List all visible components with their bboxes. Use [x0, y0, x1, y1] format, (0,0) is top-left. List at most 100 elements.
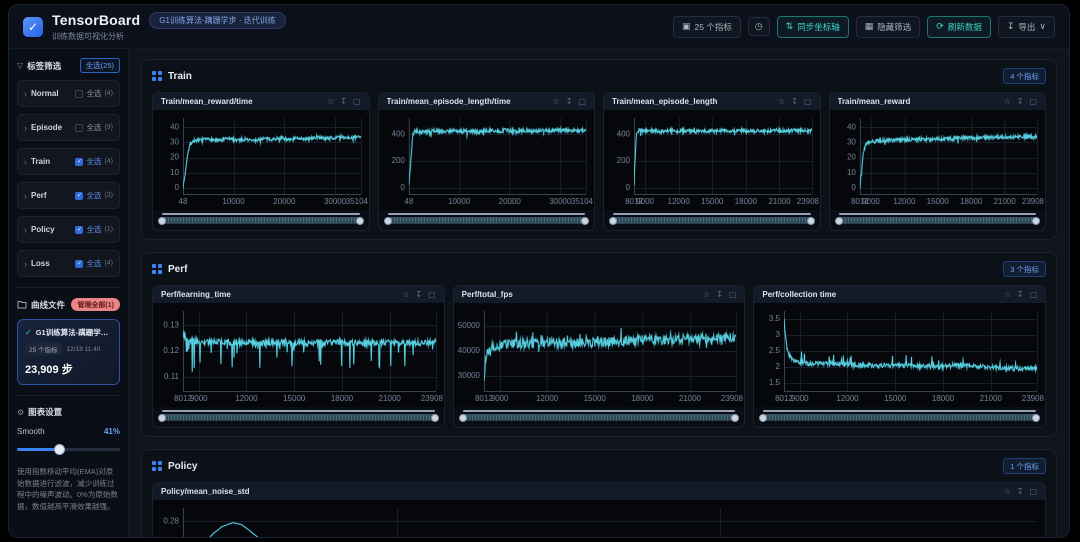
- group-checkbox[interactable]: ✓: [75, 225, 84, 234]
- scrubber-handle-left[interactable]: [158, 413, 166, 422]
- scrubber-handle-left[interactable]: [759, 413, 768, 422]
- chart-canvas[interactable]: [153, 303, 444, 407]
- section-grid-icon: [152, 71, 162, 81]
- history-button[interactable]: ◷: [747, 17, 770, 36]
- scrubber-range-bar[interactable]: [383, 216, 589, 225]
- chart-canvas[interactable]: [604, 110, 820, 210]
- chart-row: Perf/learning_time ☆ ↧ ▢ Perf/total_fps ☆ ↧ ▢ Pe…: [152, 285, 1047, 428]
- group-checkbox[interactable]: ✓: [75, 259, 84, 268]
- scrubber-handle-right[interactable]: [1032, 413, 1041, 422]
- scrubber-range-bar[interactable]: [834, 216, 1040, 225]
- run-metrics-badge: 25 个指标: [25, 343, 62, 355]
- download-icon: ↧: [1006, 21, 1015, 31]
- chart-canvas[interactable]: [754, 303, 1046, 407]
- expand-icon[interactable]: ▢: [428, 290, 436, 299]
- group-checkbox[interactable]: ✓: [75, 157, 84, 166]
- download-icon[interactable]: ↧: [1017, 290, 1024, 299]
- chart-range-scrubber[interactable]: [153, 407, 444, 427]
- manage-all-badge[interactable]: 管理全部(1): [71, 298, 120, 311]
- scrubber-handle-right[interactable]: [1032, 216, 1040, 225]
- chart-canvas[interactable]: [829, 110, 1045, 210]
- run-file-card[interactable]: ✓ G1训练算法-蹒跚学步... 25 个指标 12/18 11:40 23,9…: [17, 319, 120, 385]
- chart-range-scrubber[interactable]: [379, 210, 595, 230]
- expand-icon[interactable]: ▢: [1029, 290, 1037, 299]
- star-icon[interactable]: ☆: [778, 97, 785, 106]
- star-icon[interactable]: ☆: [327, 97, 334, 106]
- select-all-button[interactable]: 全选(25): [79, 58, 120, 73]
- chart-card: Train/mean_episode_length ☆ ↧ ▢: [603, 92, 821, 231]
- group-checkbox[interactable]: [75, 89, 84, 98]
- check-icon: ✓: [25, 328, 32, 337]
- sidebar-group-episode[interactable]: › Episode 全选 (9): [17, 114, 120, 141]
- star-icon[interactable]: ☆: [1004, 487, 1011, 496]
- scrubber-range-bar[interactable]: [458, 413, 740, 422]
- star-icon[interactable]: ☆: [402, 290, 409, 299]
- sidebar-group-perf[interactable]: › Perf ✓ 全选 (3): [17, 182, 120, 209]
- sidebar-group-loss[interactable]: › Loss ✓ 全选 (4): [17, 250, 120, 277]
- expand-icon[interactable]: ▢: [353, 97, 361, 106]
- star-icon[interactable]: ☆: [553, 97, 560, 106]
- scrubber-handle-left[interactable]: [834, 216, 843, 225]
- sidebar-group-normal[interactable]: › Normal 全选 (4): [17, 80, 120, 107]
- filter-title: 标签筛选: [27, 60, 62, 71]
- sidebar-group-train[interactable]: › Train ✓ 全选 (4): [17, 148, 120, 175]
- chart-range-scrubber[interactable]: [830, 210, 1046, 230]
- download-icon[interactable]: ↧: [340, 97, 347, 106]
- section-metric-count-badge[interactable]: 4 个指标: [1003, 68, 1046, 84]
- chart-canvas[interactable]: [153, 500, 1045, 537]
- grid-icon: ▦: [864, 21, 874, 31]
- chart-row: Train/mean_reward/time ☆ ↧ ▢ Train/mean_epis…: [152, 92, 1046, 231]
- scrubber-overview-bar: [162, 410, 435, 412]
- main-content: Train 4 个指标 Train/mean_reward/time ☆ ↧ ▢ Train…: [129, 49, 1069, 537]
- scrubber-handle-left[interactable]: [458, 413, 467, 422]
- sync-axes-button[interactable]: ⇅ 同步坐标轴: [776, 15, 849, 38]
- expand-icon[interactable]: ▢: [804, 97, 812, 106]
- download-icon[interactable]: ↧: [1017, 97, 1024, 106]
- section-train: Train 4 个指标 Train/mean_reward/time ☆ ↧ ▢ Train…: [141, 59, 1057, 240]
- expand-icon[interactable]: ▢: [578, 97, 586, 106]
- scrubber-handle-right[interactable]: [355, 216, 364, 225]
- expand-icon[interactable]: ▢: [1029, 487, 1037, 496]
- scrubber-handle-left[interactable]: [609, 216, 617, 225]
- group-select-all-label: 全选: [86, 157, 102, 166]
- scrubber-range-bar[interactable]: [158, 413, 439, 422]
- download-icon[interactable]: ↧: [415, 290, 422, 299]
- scrubber-range-bar[interactable]: [158, 216, 364, 225]
- scrubber-handle-left[interactable]: [158, 216, 166, 225]
- chart-canvas[interactable]: [378, 110, 594, 210]
- download-icon[interactable]: ↧: [716, 290, 723, 299]
- group-checkbox[interactable]: ✓: [75, 191, 84, 200]
- chart-canvas[interactable]: [153, 110, 369, 210]
- scrubber-handle-right[interactable]: [581, 216, 589, 225]
- chart-range-scrubber[interactable]: [604, 210, 820, 230]
- smooth-slider[interactable]: [17, 443, 120, 455]
- expand-icon[interactable]: ▢: [1029, 97, 1037, 106]
- metrics-count-button[interactable]: ▣ 25 个指标: [672, 15, 741, 38]
- section-metric-count-badge[interactable]: 3 个指标: [1003, 261, 1046, 277]
- download-icon[interactable]: ↧: [566, 97, 573, 106]
- scrubber-handle-right[interactable]: [731, 413, 740, 422]
- chart-range-scrubber[interactable]: [454, 407, 745, 427]
- chart-range-scrubber[interactable]: [754, 407, 1045, 427]
- chart-canvas[interactable]: [453, 303, 745, 407]
- scrubber-range-bar[interactable]: [609, 216, 815, 225]
- sidebar-group-policy[interactable]: › Policy ✓ 全选 (1): [17, 216, 120, 243]
- export-button[interactable]: ↧ 导出 ∨: [997, 15, 1055, 38]
- chart-range-scrubber[interactable]: [153, 210, 369, 230]
- download-icon[interactable]: ↧: [791, 97, 798, 106]
- star-icon[interactable]: ☆: [703, 290, 710, 299]
- slider-knob[interactable]: [54, 444, 66, 455]
- star-icon[interactable]: ☆: [1004, 290, 1011, 299]
- section-metric-count-badge[interactable]: 1 个指标: [1003, 458, 1046, 474]
- refresh-data-button[interactable]: ⟳ 刷新数据: [927, 15, 991, 38]
- group-count: (4): [104, 158, 113, 165]
- scrubber-handle-right[interactable]: [430, 413, 439, 422]
- expand-icon[interactable]: ▢: [729, 290, 737, 299]
- download-icon[interactable]: ↧: [1017, 487, 1024, 496]
- hide-filter-button[interactable]: ▦ 隐藏筛选: [855, 15, 921, 38]
- group-checkbox[interactable]: [75, 123, 84, 132]
- scrubber-range-bar[interactable]: [759, 413, 1041, 422]
- scrubber-handle-right[interactable]: [806, 216, 815, 225]
- scrubber-handle-left[interactable]: [383, 216, 392, 225]
- star-icon[interactable]: ☆: [1004, 97, 1011, 106]
